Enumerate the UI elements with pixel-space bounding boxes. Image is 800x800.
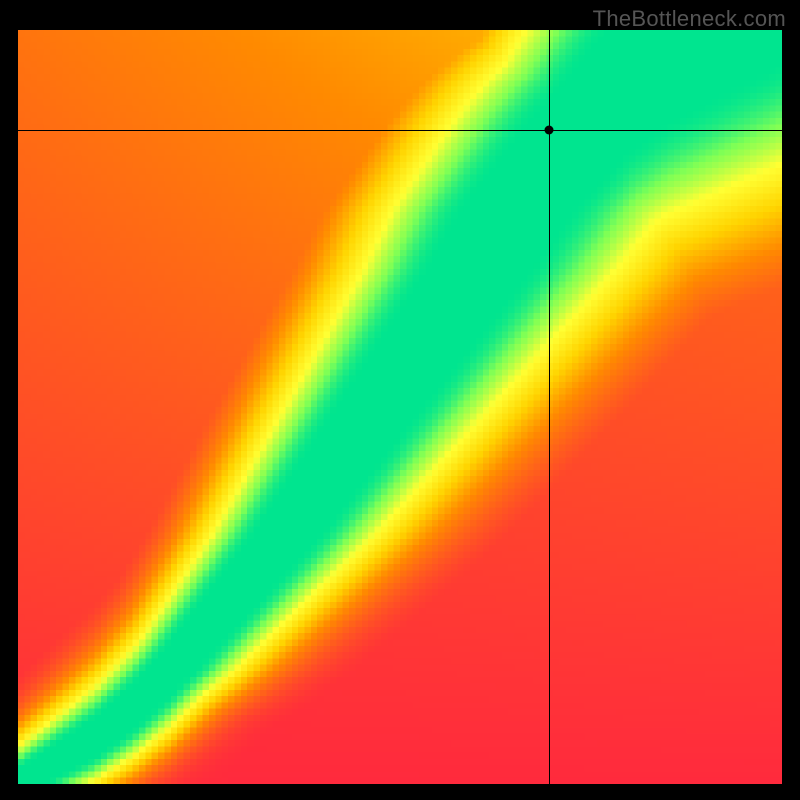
chart-area: [18, 30, 782, 784]
heatmap-canvas: [18, 30, 782, 784]
watermark-text: TheBottleneck.com: [593, 6, 786, 32]
page-root: TheBottleneck.com: [0, 0, 800, 800]
crosshair-vertical: [549, 30, 550, 784]
chart-frame: [0, 0, 800, 800]
crosshair-horizontal: [18, 130, 782, 131]
marker-dot: [544, 126, 553, 135]
